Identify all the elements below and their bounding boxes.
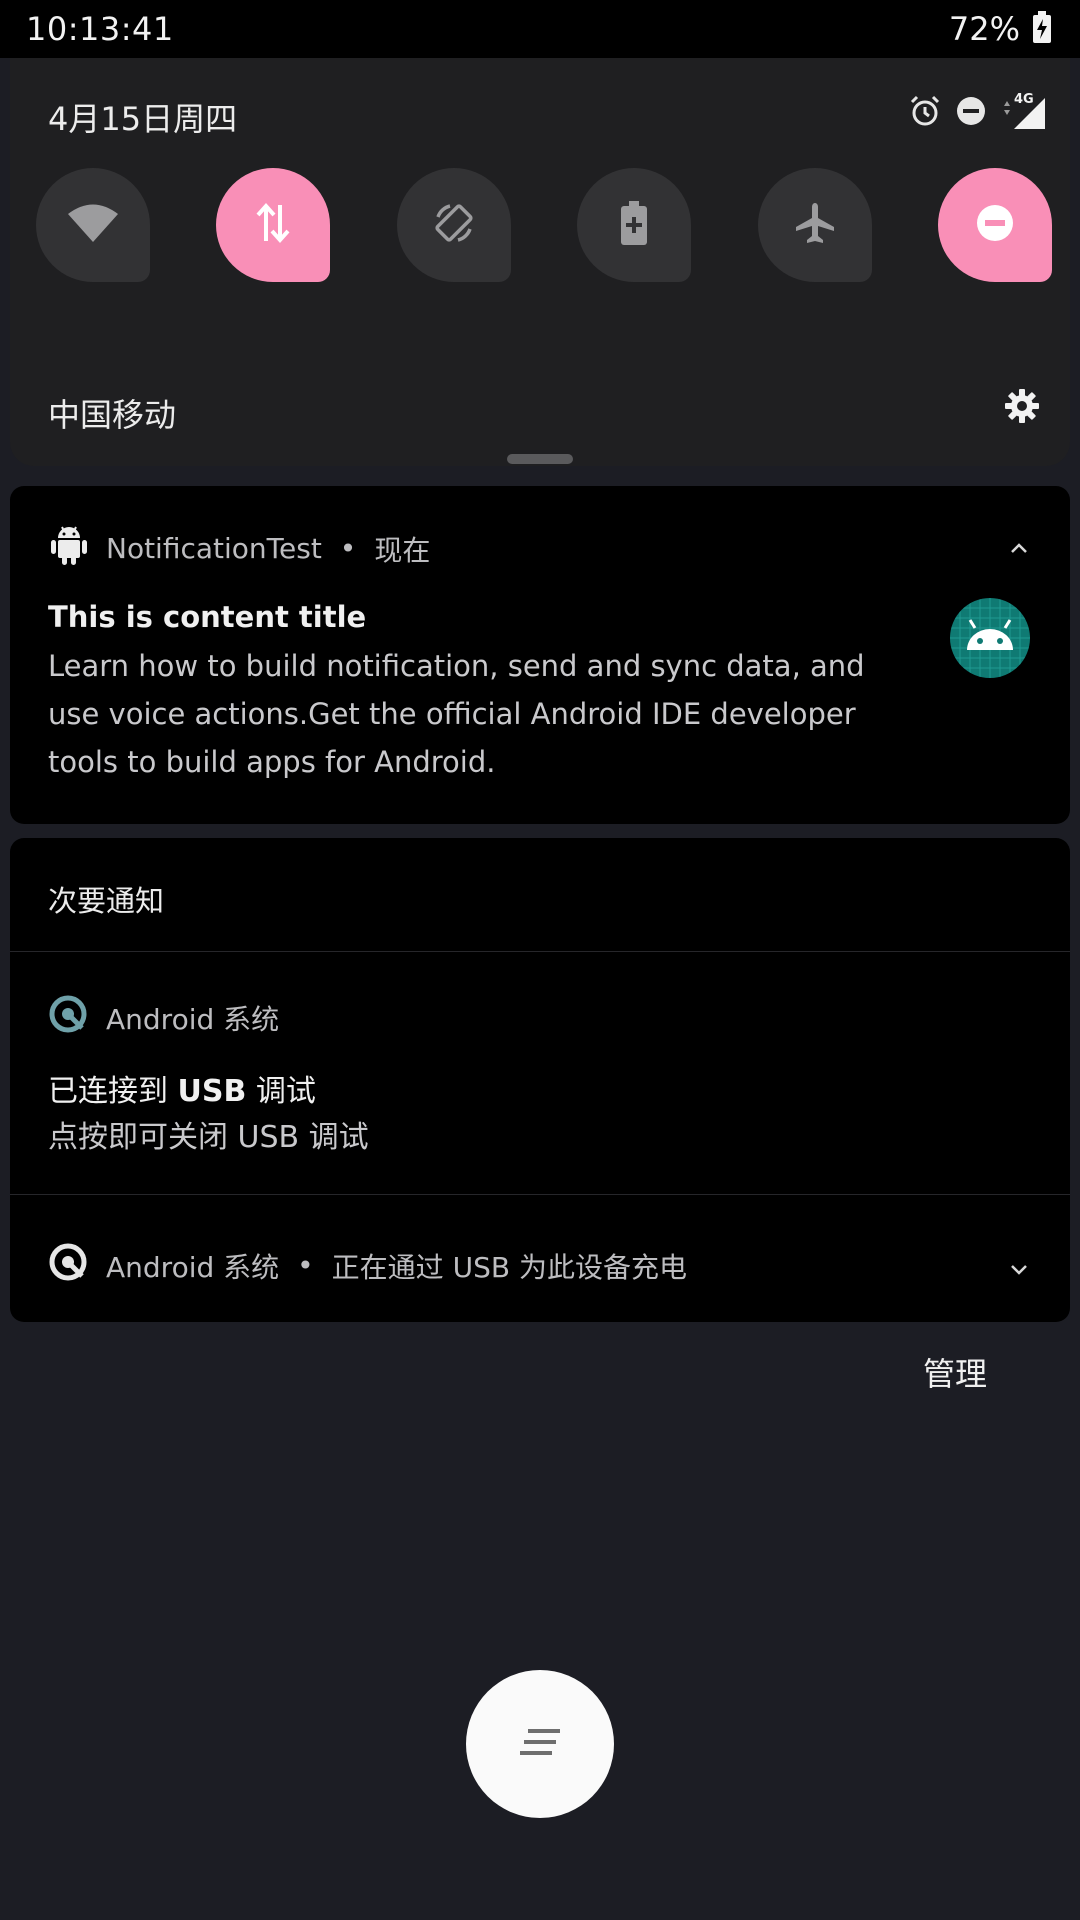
- status-right: 72%: [949, 10, 1052, 48]
- wifi-icon: [67, 203, 119, 247]
- usb-debug-text[interactable]: 点按即可关闭 USB 调试: [48, 1112, 369, 1156]
- charging-app-name: Android 系统: [106, 1250, 280, 1284]
- signal-4g-icon: 4G: [1000, 92, 1046, 130]
- drag-handle[interactable]: [507, 454, 573, 464]
- notification-card[interactable]: NotificationTest • 现在 This is content ti…: [10, 486, 1070, 824]
- airplane-icon: [793, 201, 837, 249]
- usb-debug-app-name: Android 系统: [106, 1002, 280, 1036]
- divider: [10, 951, 1070, 952]
- android-system-icon: [48, 1242, 88, 1289]
- battery-percentage: 72%: [948, 10, 1020, 48]
- header-separator: •: [297, 1249, 314, 1282]
- usb-debug-title-bold: USB: [177, 1074, 247, 1109]
- tile-mobile-data[interactable]: [216, 168, 331, 282]
- collapse-button[interactable]: [1004, 534, 1034, 564]
- notification-text: Learn how to build notification, send an…: [48, 649, 865, 779]
- secondary-notifications-card: 次要通知 Android 系统 已连接到 USB 调试 点按即可关闭 USB 调…: [10, 838, 1070, 1322]
- qs-date[interactable]: 4月15日周四: [48, 94, 237, 140]
- notification-title: This is content title: [48, 600, 367, 634]
- notification-header: NotificationTest • 现在: [50, 524, 430, 573]
- tile-wifi[interactable]: [36, 168, 150, 282]
- do-not-disturb-icon: [956, 96, 986, 130]
- expand-button[interactable]: [1004, 1256, 1034, 1286]
- rotate-icon: [430, 199, 478, 251]
- android-robot-icon: [950, 598, 1030, 678]
- quick-settings-panel: 4月15日周四 4G 中国移动: [10, 58, 1070, 466]
- data-arrows-icon: [253, 201, 293, 249]
- notification-large-icon: [950, 598, 1030, 678]
- usb-debug-title[interactable]: 已连接到 USB 调试: [48, 1066, 316, 1110]
- notification-time: 现在: [374, 533, 431, 567]
- chevron-down-icon: [1009, 1262, 1029, 1281]
- tile-auto-rotate[interactable]: [396, 168, 511, 282]
- divider: [10, 1194, 1070, 1195]
- quick-settings-tiles: [36, 168, 1052, 284]
- status-bar: 10:13:41 72%: [0, 0, 1080, 58]
- gear-icon: [1004, 388, 1040, 428]
- notification-history-button[interactable]: [466, 1670, 614, 1818]
- usb-debug-title-prefix: 已连接到: [48, 1074, 178, 1109]
- header-separator: •: [339, 532, 357, 565]
- qs-status-icons: 4G: [908, 92, 1046, 132]
- battery-saver-icon: [620, 201, 648, 249]
- section-title: 次要通知: [48, 884, 165, 918]
- alarm-icon: [908, 94, 942, 132]
- android-system-icon: [48, 994, 88, 1041]
- usb-debug-header[interactable]: Android 系统: [48, 994, 279, 1041]
- chevron-up-icon: [1009, 540, 1029, 559]
- do-not-disturb-icon: [975, 203, 1015, 247]
- battery-charging-icon: [1032, 11, 1052, 47]
- tile-airplane-mode[interactable]: [757, 168, 872, 282]
- tile-do-not-disturb[interactable]: [937, 168, 1052, 282]
- settings-button[interactable]: [1002, 388, 1042, 428]
- charging-notification[interactable]: Android 系统 • 正在通过 USB 为此设备充电: [48, 1242, 687, 1289]
- manage-button[interactable]: 管理: [900, 1346, 1010, 1398]
- charging-summary: 正在通过 USB 为此设备充电: [331, 1250, 687, 1284]
- usb-debug-title-suffix: 调试: [246, 1074, 316, 1109]
- carrier-name: 中国移动: [48, 396, 177, 434]
- network-type-label: 4G: [1014, 92, 1034, 107]
- status-time: 10:13:41: [26, 10, 174, 48]
- notification-app-name: NotificationTest: [106, 532, 322, 565]
- tile-battery-saver[interactable]: [577, 168, 692, 282]
- clear-all-icon: [518, 1727, 562, 1761]
- android-robot-icon: [50, 524, 88, 573]
